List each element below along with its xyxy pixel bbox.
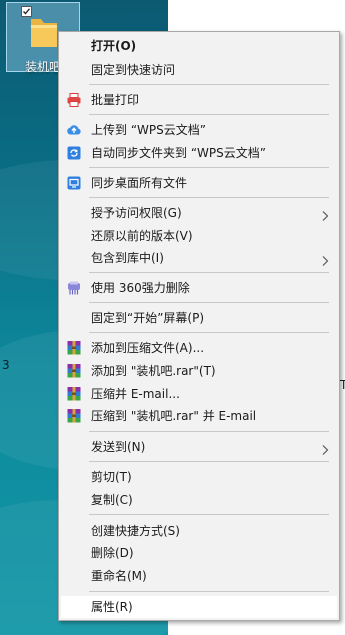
menu-separator [89, 461, 329, 462]
menu-item-label: 发送到(N) [91, 440, 146, 454]
menu-item-label: 包含到库中(I) [91, 251, 164, 265]
menu-item-19[interactable]: 创建快捷方式(S) [61, 520, 337, 542]
menu-item-5[interactable]: 自动同步文件夹到 “WPS云文档” [61, 142, 337, 164]
shredder-icon [66, 280, 82, 296]
menu-separator [89, 302, 329, 303]
cloud-upload-icon [66, 122, 82, 138]
partial-desktop-text: 3 [2, 358, 10, 372]
menu-item-16[interactable]: 发送到(N) [61, 436, 337, 458]
menu-item-label: 上传到 “WPS云文档” [91, 123, 206, 137]
menu-separator [89, 167, 329, 168]
menu-item-label: 添加到 "装机吧.rar"(T) [91, 364, 216, 378]
menu-item-12[interactable]: 添加到压缩文件(A)... [61, 337, 337, 359]
menu-item-label: 固定到“开始”屏幕(P) [91, 311, 205, 325]
menu-item-7[interactable]: 授予访问权限(G) [61, 202, 337, 224]
menu-item-label: 复制(C) [91, 493, 133, 507]
menu-item-1[interactable]: 打开(O) [61, 35, 337, 57]
menu-item-3[interactable]: 批量打印 [61, 89, 337, 111]
menu-item-14[interactable]: 压缩并 E-mail... [61, 383, 337, 405]
chevron-right-icon [321, 207, 329, 221]
menu-item-8[interactable]: 还原以前的版本(V) [61, 225, 337, 247]
folder-icon [31, 19, 57, 47]
menu-item-label: 批量打印 [91, 93, 140, 107]
menu-item-13[interactable]: 添加到 "装机吧.rar"(T) [61, 360, 337, 382]
menu-item-9[interactable]: 包含到库中(I) [61, 247, 337, 269]
winrar-icon [66, 386, 82, 402]
menu-item-label: 创建快捷方式(S) [91, 524, 180, 538]
menu-item-20[interactable]: 删除(D) [61, 542, 337, 564]
desktop-sync-icon [66, 175, 82, 191]
desktop-icon-label: 装机吧 [25, 60, 62, 74]
chevron-right-icon [321, 252, 329, 266]
context-menu: 打开(O) 固定到快速访问 批量打印上传到 “WPS云文档” 自动同步文件夹到 “WP… [58, 31, 340, 621]
menu-item-label: 压缩到 "装机吧.rar" 并 E-mail [91, 409, 257, 423]
menu-item-11[interactable]: 固定到“开始”屏幕(P) [61, 307, 337, 329]
menu-item-label: 授予访问权限(G) [91, 206, 182, 220]
printer-icon [66, 92, 82, 108]
menu-item-label: 剪切(T) [91, 470, 132, 484]
menu-item-10[interactable]: 使用 360强力删除 [61, 277, 337, 299]
sync-folder-icon [66, 145, 82, 161]
partial-window-text: T [340, 378, 345, 392]
menu-separator [89, 514, 329, 515]
menu-separator [89, 332, 329, 333]
menu-item-label: 打开(O) [91, 39, 137, 53]
menu-item-18[interactable]: 复制(C) [61, 489, 337, 511]
menu-item-label: 属性(R) [91, 600, 133, 614]
menu-item-17[interactable]: 剪切(T) [61, 466, 337, 488]
menu-item-label: 压缩并 E-mail... [91, 387, 180, 401]
menu-item-4[interactable]: 上传到 “WPS云文档” [61, 119, 337, 141]
menu-item-label: 还原以前的版本(V) [91, 229, 193, 243]
menu-item-label: 重命名(M) [91, 569, 147, 583]
menu-separator [89, 197, 329, 198]
menu-separator [89, 114, 329, 115]
menu-item-21[interactable]: 重命名(M) [61, 565, 337, 587]
menu-item-2[interactable]: 固定到快速访问 [61, 59, 337, 81]
menu-item-label: 删除(D) [91, 546, 134, 560]
menu-item-6[interactable]: 同步桌面所有文件 [61, 172, 337, 194]
menu-item-label: 自动同步文件夹到 “WPS云文档” [91, 146, 266, 160]
menu-separator [89, 84, 329, 85]
menu-item-label: 使用 360强力删除 [91, 281, 190, 295]
menu-item-label: 添加到压缩文件(A)... [91, 341, 205, 355]
menu-separator [89, 591, 329, 592]
winrar-icon [66, 340, 82, 356]
menu-item-label: 固定到快速访问 [91, 63, 176, 77]
winrar-icon [66, 363, 82, 379]
menu-item-label: 同步桌面所有文件 [91, 176, 188, 190]
menu-separator [89, 272, 329, 273]
menu-separator [89, 431, 329, 432]
winrar-icon [66, 408, 82, 424]
menu-item-22[interactable]: 属性(R) [61, 596, 337, 618]
chevron-right-icon [321, 441, 329, 455]
menu-item-15[interactable]: 压缩到 "装机吧.rar" 并 E-mail [61, 405, 337, 427]
